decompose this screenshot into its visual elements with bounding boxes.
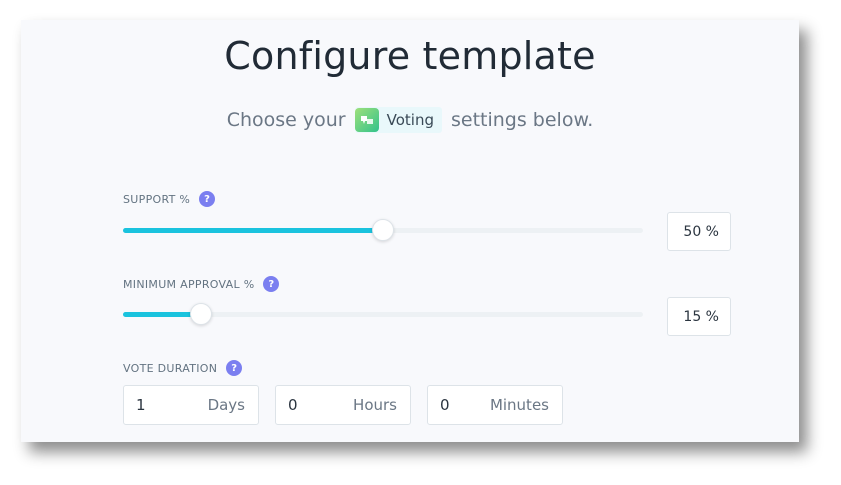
duration-days-unit: Days [207, 396, 245, 414]
duration-minutes-unit: Minutes [489, 396, 549, 414]
subtitle-suffix: settings below. [450, 109, 594, 131]
min-approval-slider[interactable] [123, 302, 643, 326]
voting-app-icon [354, 108, 379, 132]
min-approval-slider-thumb[interactable] [190, 303, 212, 325]
vote-duration-label: VOTE DURATION ? [123, 360, 243, 376]
support-slider[interactable] [123, 218, 643, 242]
app-badge: Voting [354, 107, 442, 133]
vote-duration-help-icon[interactable]: ? [226, 360, 243, 376]
duration-hours-value: 0 [288, 396, 298, 414]
support-slider-thumb[interactable] [372, 219, 394, 241]
configure-template-panel: Configure template Choose your Voting sett… [21, 20, 799, 442]
subtitle: Choose your Voting settings below. [21, 107, 799, 133]
min-approval-label-text: MINIMUM APPROVAL % [123, 277, 255, 291]
duration-hours-field[interactable]: 0 Hours [275, 385, 411, 425]
app-name: Voting [386, 111, 434, 129]
duration-minutes-field[interactable]: 0 Minutes [427, 385, 563, 425]
min-approval-value-field[interactable]: 15 % [667, 297, 731, 336]
duration-hours-unit: Hours [353, 396, 397, 414]
support-label: SUPPORT % ? [123, 191, 216, 207]
support-slider-fill [123, 228, 383, 233]
support-label-text: SUPPORT % [123, 192, 191, 206]
subtitle-prefix: Choose your [226, 109, 346, 131]
duration-days-value: 1 [136, 396, 146, 414]
min-approval-help-icon[interactable]: ? [263, 276, 280, 292]
page-title: Configure template [224, 34, 596, 78]
support-value-field[interactable]: 50 % [667, 212, 731, 251]
vote-duration-label-text: VOTE DURATION [123, 361, 218, 375]
duration-minutes-value: 0 [440, 396, 450, 414]
duration-days-field[interactable]: 1 Days [123, 385, 259, 425]
support-help-icon[interactable]: ? [199, 191, 216, 207]
min-approval-label: MINIMUM APPROVAL % ? [123, 276, 280, 292]
